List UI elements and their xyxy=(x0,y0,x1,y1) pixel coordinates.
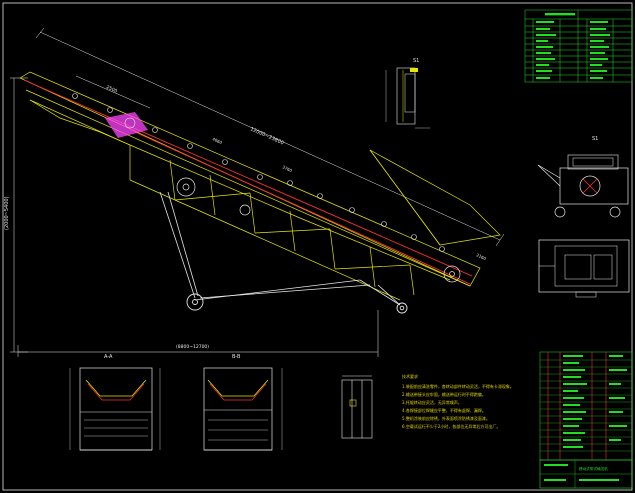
dim-bottom-length: (8800~12700) xyxy=(176,344,209,350)
view-s1-label: S1 xyxy=(413,58,419,64)
dim-tail: 2160 xyxy=(476,252,488,261)
note-line-6: 6.空载试运行不少于2小时，各部位无异常后方可出厂。 xyxy=(402,423,500,429)
detail-view xyxy=(341,375,373,439)
section-b-label: B-B xyxy=(232,354,241,360)
drawing-border xyxy=(2,2,633,491)
dimension-lines xyxy=(10,27,505,357)
conveyor-truss xyxy=(19,71,501,301)
section-b: B-B xyxy=(203,354,283,451)
cad-drawing: (2000~5400) (8800~12700) 12000~23800 250… xyxy=(2,2,633,491)
view-s1-cart: S1 xyxy=(537,136,629,218)
dim-mid-b: 4660 xyxy=(212,136,224,145)
note-line-2: 2.输送带接头应牢固，输送带运行时不得跑偏。 xyxy=(402,391,486,397)
title-block: 移动式带式输送机 xyxy=(539,459,633,489)
support-legs xyxy=(159,191,401,306)
notes-heading: 技术要求 xyxy=(402,373,418,379)
note-line-5: 5.整机涂装前应除锈，外表面喷涂防锈漆及面漆。 xyxy=(402,415,490,421)
note-line-3: 3.托辊转动应灵活，无异常噪声。 xyxy=(402,399,462,405)
bom-table xyxy=(539,351,633,461)
section-a-label: A-A xyxy=(104,354,113,360)
note-line-4: 4.各焊接部位焊缝应平整，不得有虚焊、漏焊。 xyxy=(402,407,486,413)
dim-side-height: (2000~5400) xyxy=(4,196,10,230)
note-line-1: 1.装配前应清洗零件，各转动部件转动灵活，不得有卡滞现象。 xyxy=(402,383,514,389)
top-table-text-fill xyxy=(536,13,610,79)
title-company: 移动式带式输送机 xyxy=(579,466,608,471)
dim-belt-length: 12000~23800 xyxy=(249,126,284,146)
section-a: A-A xyxy=(69,354,161,451)
dim-top-segment: 2500 xyxy=(105,84,118,94)
view-s2-label: S1 xyxy=(592,136,598,142)
technical-notes: 技术要求 1.装配前应清洗零件，各转动部件转动灵活，不得有卡滞现象。 2.输送带… xyxy=(402,373,514,429)
view-cart-plan xyxy=(538,239,630,298)
dim-mid-a: 3760 xyxy=(282,164,294,173)
view-s1-top: S1 xyxy=(385,58,430,129)
